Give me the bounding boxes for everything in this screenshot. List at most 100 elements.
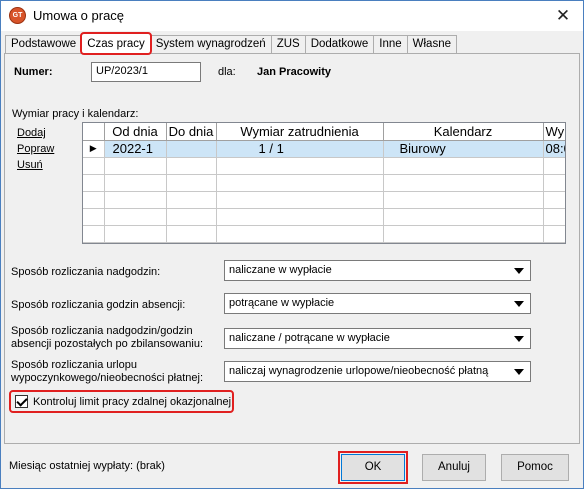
grid-cell-empty (543, 191, 565, 209)
column-header-kalendarz[interactable]: Kalendarz (383, 123, 544, 141)
leave-label-line1: Sposób rozliczania urlopu (11, 359, 137, 371)
leave-select-value: naliczaj wynagrodzenie urlopowe/nieobecn… (229, 365, 489, 377)
table-row-empty (83, 157, 565, 175)
help-button[interactable]: Pomoc (501, 454, 569, 481)
grid-cell-empty (83, 191, 105, 209)
cell-od-dnia[interactable]: 2022-1 (104, 140, 167, 158)
tab-podstawowe[interactable]: Podstawowe (5, 35, 83, 54)
tab-wlasne[interactable]: Własne (406, 35, 457, 54)
edit-link[interactable]: Popraw (17, 141, 54, 157)
grid-cell-empty (83, 225, 105, 243)
leave-select[interactable]: naliczaj wynagrodzenie urlopowe/nieobecn… (224, 361, 531, 382)
table-row-empty (83, 208, 565, 226)
tab-panel-czas-pracy: Numer: UP/2023/1 dla: Jan Pracowity Wymi… (4, 53, 580, 444)
grid-cell-empty (543, 157, 565, 175)
absence-select[interactable]: potrącane w wypłacie (224, 293, 531, 314)
grid-cell-empty (543, 174, 565, 192)
remote-limit-checkbox-row[interactable]: Kontroluj limit pracy zdalnej okazjonaln… (9, 390, 234, 413)
absence-label: Sposób rozliczania godzin absencji: (11, 299, 186, 311)
overtime-select-value: naliczane w wypłacie (229, 264, 332, 276)
balance-select-value: naliczane / potrącane w wypłacie (229, 332, 390, 344)
grid-header-indicator (83, 123, 105, 141)
absence-select-value: potrącane w wypłacie (229, 297, 335, 309)
grid-cell-empty (104, 191, 167, 209)
table-row[interactable]: ▶ 2022-1 1 / 1 Biurowy 08:00 (83, 140, 565, 158)
grid-cell-empty (83, 242, 105, 243)
table-row-empty (83, 225, 565, 243)
remove-link[interactable]: Usuń (17, 157, 54, 173)
ok-button[interactable]: OK (338, 451, 408, 484)
grid-cell-empty (383, 225, 544, 243)
chevron-down-icon (514, 268, 524, 274)
cell-wymiar[interactable]: 1 / 1 (216, 140, 384, 158)
dialog-window: GT Umowa o pracę ✕ Podstawowe Czas pracy… (0, 0, 584, 489)
chevron-down-icon (514, 301, 524, 307)
tab-inne[interactable]: Inne (373, 35, 408, 54)
grid-header-row: Od dnia Do dnia Wymiar zatrudnienia Kale… (83, 123, 565, 141)
column-header-do-dnia[interactable]: Do dnia (166, 123, 217, 141)
table-row-empty (83, 242, 565, 243)
chevron-down-icon (514, 369, 524, 375)
grid-cell-empty (216, 157, 384, 175)
column-header-wymi[interactable]: Wymi (543, 123, 565, 141)
column-header-wymiar[interactable]: Wymiar zatrudnienia (216, 123, 384, 141)
grid-cell-empty (83, 157, 105, 175)
table-row-empty (83, 174, 565, 192)
grid-cell-empty (104, 174, 167, 192)
grid-cell-empty (216, 174, 384, 192)
chevron-down-icon (514, 336, 524, 342)
title-bar: GT Umowa o pracę ✕ (1, 1, 583, 31)
grid-cell-empty (543, 208, 565, 226)
leave-label-line2: wypoczynkowego/nieobecności płatnej: (11, 372, 204, 384)
cell-kalendarz[interactable]: Biurowy (383, 140, 544, 158)
balance-label-line1: Sposób rozliczania nadgodzin/godzin (11, 325, 193, 337)
last-payout-status: Miesiąc ostatniej wypłaty: (brak) (9, 460, 165, 472)
overtime-label: Sposób rozliczania nadgodzin: (11, 266, 161, 278)
add-link[interactable]: Dodaj (17, 125, 54, 141)
column-header-od-dnia[interactable]: Od dnia (104, 123, 167, 141)
grid-cell-empty (383, 157, 544, 175)
cancel-button[interactable]: Anuluj (422, 454, 486, 481)
grid-cell-empty (543, 242, 565, 243)
grid-cell-empty (543, 225, 565, 243)
tab-system-wynagrodzen[interactable]: System wynagrodzeń (149, 35, 272, 54)
table-row-empty (83, 191, 565, 209)
grid-cell-empty (216, 242, 384, 243)
overtime-select[interactable]: naliczane w wypłacie (224, 260, 531, 281)
grid-cell-empty (166, 225, 217, 243)
numer-label: Numer: (14, 66, 53, 78)
remote-limit-checkbox[interactable] (15, 395, 28, 408)
window-title: Umowa o pracę (33, 8, 125, 23)
calendar-grid[interactable]: Od dnia Do dnia Wymiar zatrudnienia Kale… (82, 122, 566, 244)
grid-cell-empty (383, 242, 544, 243)
remote-limit-label[interactable]: Kontroluj limit pracy zdalnej okazjonaln… (33, 396, 231, 408)
grid-cell-empty (166, 191, 217, 209)
tab-zus[interactable]: ZUS (270, 35, 306, 54)
grid-cell-empty (166, 157, 217, 175)
grid-cell-empty (166, 208, 217, 226)
grid-cell-empty (83, 174, 105, 192)
cell-do-dnia[interactable] (166, 140, 217, 158)
employee-name: Jan Pracowity (257, 66, 331, 78)
tab-strip: Podstawowe Czas pracy System wynagrodzeń… (5, 32, 457, 55)
calendar-links: Dodaj Popraw Usuń (17, 125, 54, 173)
grid-cell-empty (216, 208, 384, 226)
grid-cell-empty (216, 225, 384, 243)
calendar-section-label: Wymiar pracy i kalendarz: (12, 108, 139, 120)
grid-cell-empty (104, 242, 167, 243)
grid-cell-empty (216, 191, 384, 209)
grid-cell-empty (383, 208, 544, 226)
row-pointer-icon: ▶ (83, 140, 105, 158)
cell-wymi[interactable]: 08:00 (543, 140, 565, 158)
grid-cell-empty (383, 191, 544, 209)
balance-select[interactable]: naliczane / potrącane w wypłacie (224, 328, 531, 349)
grid-cell-empty (104, 157, 167, 175)
grid-cell-empty (104, 208, 167, 226)
tab-dodatkowe[interactable]: Dodatkowe (304, 35, 375, 54)
grid-cell-empty (83, 208, 105, 226)
numer-input[interactable]: UP/2023/1 (91, 62, 201, 82)
tab-czas-pracy[interactable]: Czas pracy (80, 32, 152, 55)
close-icon[interactable]: ✕ (551, 4, 575, 28)
balance-label-line2: absencji pozostałych po zbilansowaniu: (11, 338, 204, 350)
dla-label: dla: (218, 66, 236, 78)
